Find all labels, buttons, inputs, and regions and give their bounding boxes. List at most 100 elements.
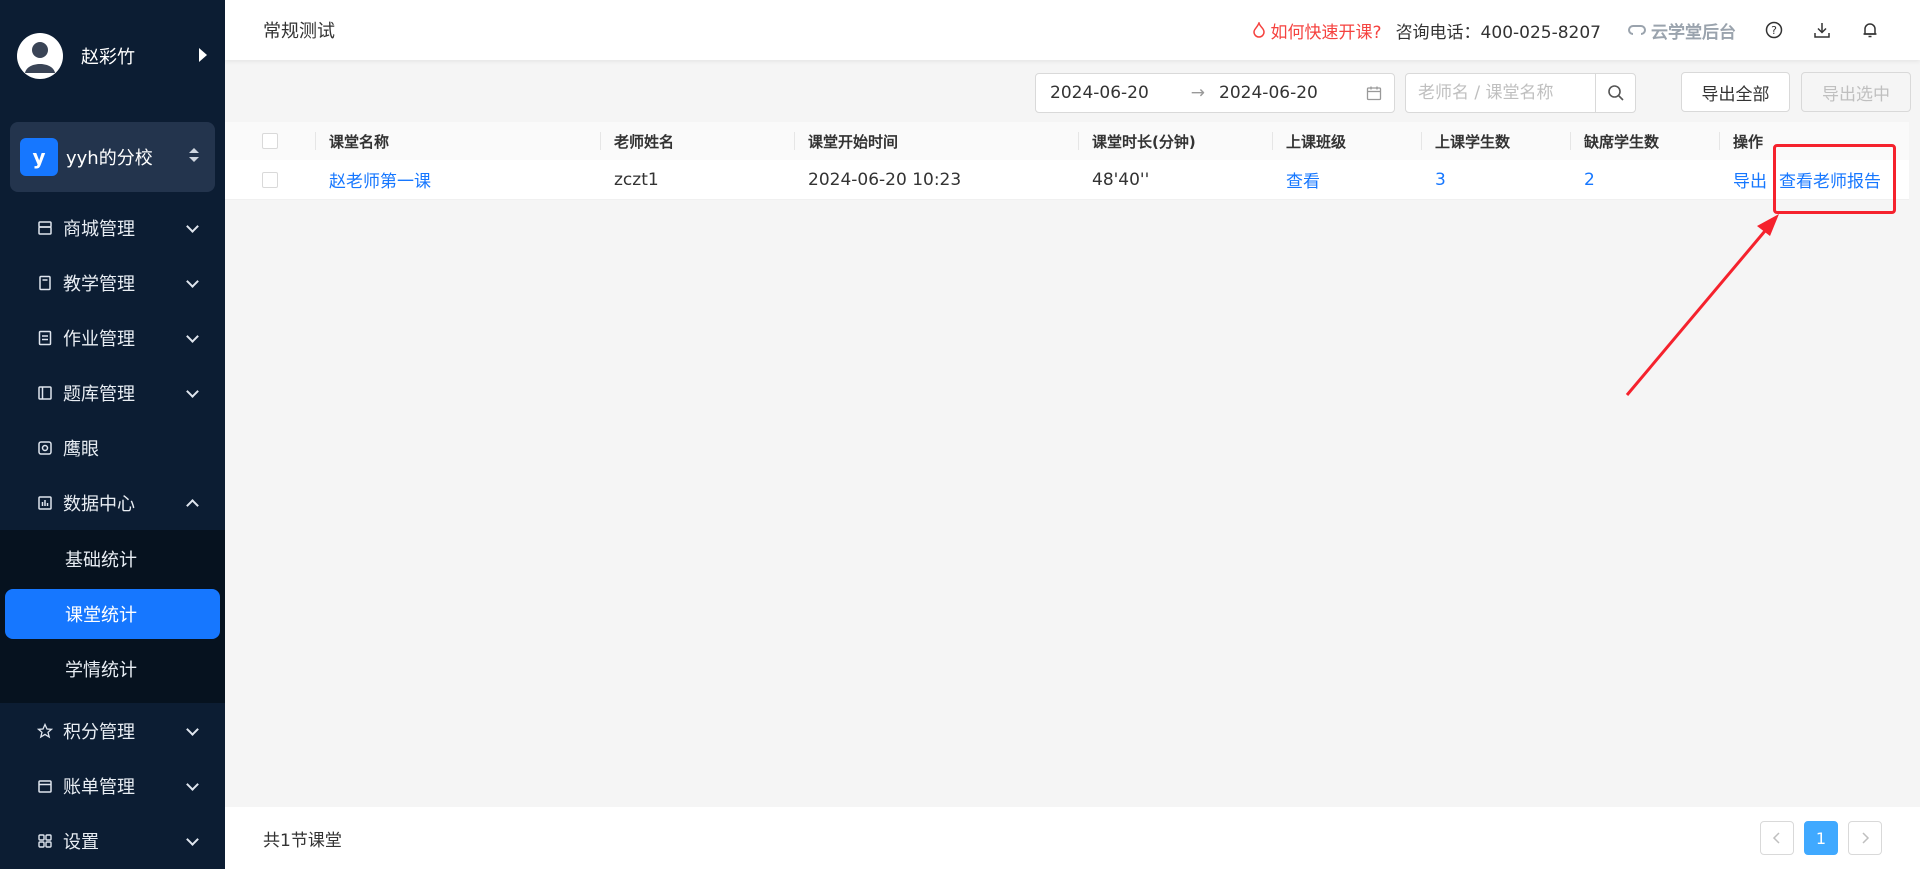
class-stats-table: 课堂名称 老师姓名 课堂开始时间 课堂时长(分钟) 上课班级 上课学生数 缺席学… bbox=[225, 122, 1909, 200]
sidebar-item-data-center[interactable]: 数据中心 bbox=[0, 475, 225, 530]
sidebar-item-label: 商城管理 bbox=[63, 218, 135, 240]
sidebar-item-label: 数据中心 bbox=[63, 493, 135, 515]
header-actions: 如何快速开课? 咨询电话：400-025-8207 云学堂后台 ? bbox=[1252, 0, 1880, 60]
date-end[interactable]: 2024-06-20 bbox=[1219, 83, 1318, 103]
sidebar-item-shop[interactable]: 商城管理 bbox=[0, 200, 225, 255]
class-cell: 查看 bbox=[1272, 160, 1421, 199]
search-input[interactable] bbox=[1406, 74, 1586, 112]
bell-icon[interactable] bbox=[1860, 20, 1880, 40]
page-title: 常规测试 bbox=[263, 21, 335, 42]
search-icon bbox=[1607, 85, 1624, 101]
chevron-down-icon bbox=[186, 330, 199, 343]
star-icon bbox=[36, 722, 53, 739]
column-header: 课堂开始时间 bbox=[794, 122, 1078, 160]
settings-icon bbox=[36, 832, 53, 849]
sidebar-item-label: 账单管理 bbox=[63, 776, 135, 798]
user-profile[interactable]: 赵彩竹 bbox=[0, 0, 225, 112]
sidebar-item-class-stats[interactable]: 课堂统计 bbox=[5, 589, 220, 639]
promo-link[interactable]: 如何快速开课? bbox=[1252, 18, 1382, 43]
sidebar-item-learning-stats[interactable]: 学情统计 bbox=[5, 644, 220, 694]
export-selected-button[interactable]: 导出选中 bbox=[1801, 72, 1911, 112]
chevron-down-icon bbox=[186, 385, 199, 398]
students-count-link[interactable]: 3 bbox=[1435, 170, 1446, 190]
school-name: yyh的分校 bbox=[66, 148, 153, 169]
duration-cell: 48'40'' bbox=[1092, 169, 1150, 190]
class-name-link[interactable]: 赵老师第一课 bbox=[329, 167, 431, 192]
view-class-link[interactable]: 查看 bbox=[1286, 167, 1320, 192]
sidebar-item-label: 题库管理 bbox=[63, 383, 135, 405]
column-header: 上课班级 bbox=[1272, 122, 1421, 160]
page-number[interactable]: 1 bbox=[1804, 821, 1838, 855]
sidebar-item-homework[interactable]: 作业管理 bbox=[0, 310, 225, 365]
search-button[interactable] bbox=[1595, 74, 1635, 112]
header-checkbox-cell bbox=[225, 122, 315, 160]
school-badge: y bbox=[20, 138, 58, 176]
column-header: 老师姓名 bbox=[600, 122, 794, 160]
chevron-down-icon bbox=[186, 778, 199, 791]
user-name: 赵彩竹 bbox=[81, 47, 135, 68]
row-checkbox-cell bbox=[225, 160, 315, 199]
user-avatar-icon bbox=[17, 33, 63, 79]
absent-count-link[interactable]: 2 bbox=[1584, 170, 1595, 190]
top-header: 常规测试 如何快速开课? 咨询电话：400-025-8207 云学堂后台 ? bbox=[225, 0, 1920, 60]
teacher-name-cell: zczt1 bbox=[614, 169, 659, 190]
select-all-checkbox[interactable] bbox=[262, 133, 278, 149]
sidebar-item-settings[interactable]: 设置 bbox=[0, 813, 225, 868]
sidebar-item-question-bank[interactable]: 题库管理 bbox=[0, 365, 225, 420]
sidebar-item-teaching[interactable]: 教学管理 bbox=[0, 255, 225, 310]
chevron-down-icon bbox=[186, 220, 199, 233]
help-icon[interactable]: ? bbox=[1764, 20, 1784, 40]
sidebar-item-label: 积分管理 bbox=[63, 721, 135, 743]
start-time-cell: 2024-06-20 10:23 bbox=[808, 169, 962, 190]
sidebar-item-points[interactable]: 积分管理 bbox=[0, 703, 225, 758]
caret-right-icon[interactable] bbox=[199, 48, 207, 62]
sidebar-item-eagle-eye[interactable]: 鹰眼 bbox=[0, 420, 225, 475]
sort-icon bbox=[189, 148, 199, 162]
table-row: 赵老师第一课 zczt1 2024-06-20 10:23 48'40'' 查看… bbox=[225, 160, 1909, 200]
table-footer: 共1节课堂 1 bbox=[225, 807, 1920, 869]
school-switcher[interactable]: y yyh的分校 bbox=[10, 122, 215, 192]
sidebar: 赵彩竹 y yyh的分校 商城管理 教学管理 作业管理 题库管理 鹰眼 数据中心… bbox=[0, 0, 225, 869]
sidebar-menu: 商城管理 教学管理 作业管理 题库管理 鹰眼 数据中心 bbox=[0, 200, 225, 530]
sidebar-item-basic-stats[interactable]: 基础统计 bbox=[5, 534, 220, 584]
sidebar-item-bills[interactable]: 账单管理 bbox=[0, 758, 225, 813]
class-name-cell: 赵老师第一课 bbox=[315, 160, 600, 199]
cloud-admin-text: 云学堂后台 bbox=[1651, 22, 1736, 43]
eagle-eye-icon bbox=[36, 439, 53, 456]
sidebar-item-label: 教学管理 bbox=[63, 273, 135, 295]
shop-icon bbox=[36, 219, 53, 236]
homework-icon bbox=[36, 329, 53, 346]
export-all-button[interactable]: 导出全部 bbox=[1681, 72, 1790, 112]
date-separator: → bbox=[1190, 83, 1206, 103]
chevron-left-icon bbox=[1772, 832, 1780, 844]
table-header: 课堂名称 老师姓名 课堂开始时间 课堂时长(分钟) 上课班级 上课学生数 缺席学… bbox=[225, 122, 1909, 160]
cloud-logo-icon bbox=[1628, 25, 1646, 35]
prev-page-button[interactable] bbox=[1760, 821, 1794, 855]
export-row-link[interactable]: 导出 bbox=[1733, 167, 1767, 192]
download-icon[interactable] bbox=[1812, 20, 1832, 40]
next-page-button[interactable] bbox=[1848, 821, 1882, 855]
chart-icon bbox=[36, 494, 53, 511]
date-range-picker[interactable]: 2024-06-20 → 2024-06-20 bbox=[1035, 73, 1395, 113]
question-bank-icon bbox=[36, 384, 53, 401]
consult-phone: 咨询电话：400-025-8207 bbox=[1395, 22, 1601, 43]
absent-cell: 2 bbox=[1570, 160, 1719, 199]
sidebar-menu-bottom: 积分管理 账单管理 设置 bbox=[0, 703, 225, 868]
column-header: 课堂名称 bbox=[315, 122, 600, 160]
chevron-down-icon bbox=[186, 275, 199, 288]
data-center-submenu: 基础统计 课堂统计 学情统计 bbox=[0, 530, 225, 703]
sidebar-item-label: 作业管理 bbox=[63, 328, 135, 350]
column-header: 课堂时长(分钟) bbox=[1078, 122, 1272, 160]
pagination: 1 bbox=[1760, 821, 1882, 855]
column-header: 缺席学生数 bbox=[1570, 122, 1719, 160]
search-box bbox=[1405, 73, 1636, 113]
date-start[interactable]: 2024-06-20 bbox=[1050, 83, 1149, 103]
highlight-box bbox=[1773, 144, 1896, 214]
flame-icon bbox=[1252, 22, 1265, 38]
chevron-down-icon bbox=[186, 723, 199, 736]
book-icon bbox=[36, 274, 53, 291]
promo-text: 如何快速开课? bbox=[1270, 22, 1382, 43]
row-checkbox[interactable] bbox=[262, 171, 278, 188]
calendar-icon bbox=[1366, 85, 1382, 106]
cloud-admin-link[interactable]: 云学堂后台 bbox=[1627, 18, 1736, 43]
